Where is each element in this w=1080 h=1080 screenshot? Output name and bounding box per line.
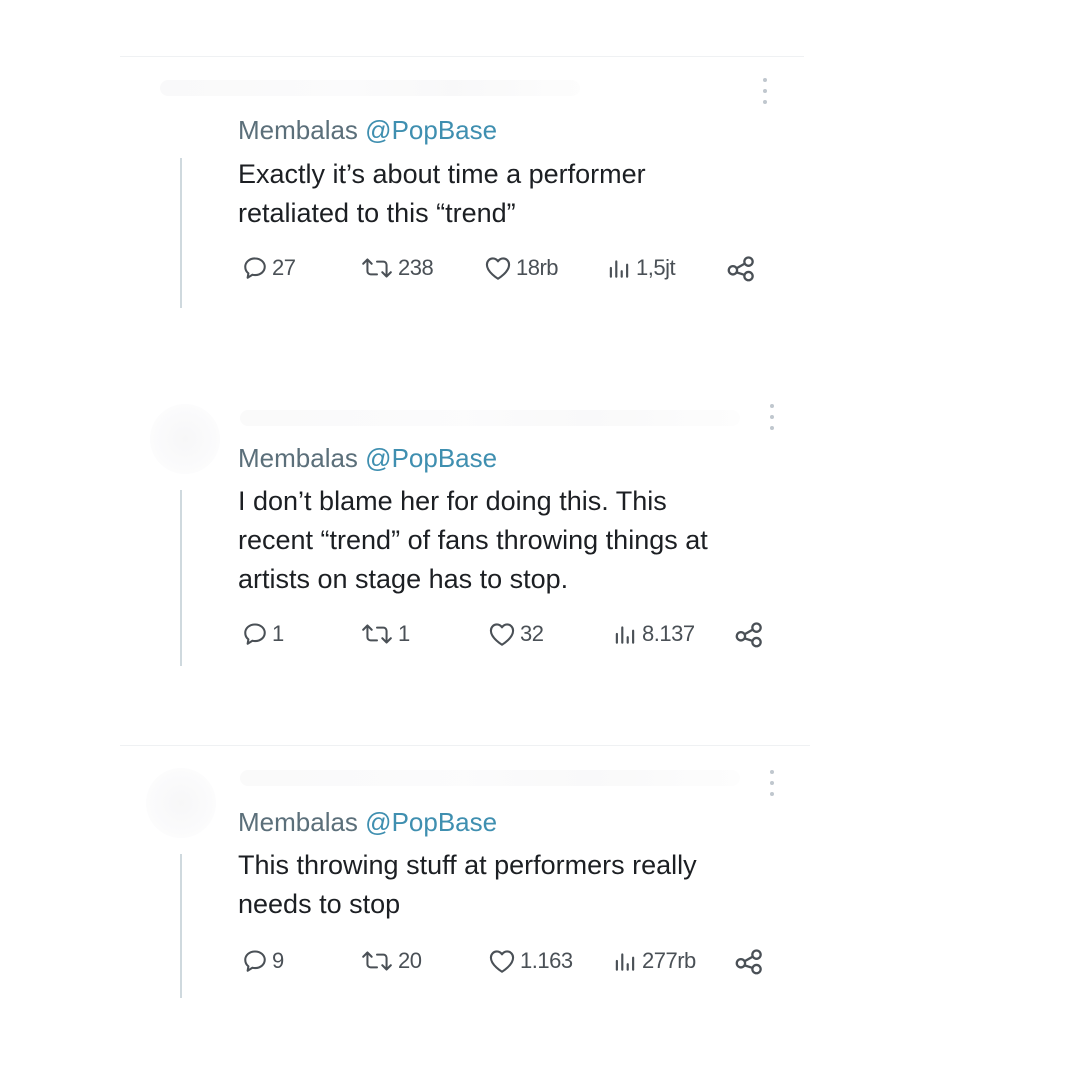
- repost-button[interactable]: 1: [360, 616, 410, 652]
- reply-count: 1: [272, 621, 284, 646]
- more-icon[interactable]: [767, 404, 777, 430]
- tweet-text: Exactly it’s about time a performer reta…: [238, 155, 798, 233]
- views-button[interactable]: 277rb: [612, 943, 696, 979]
- faded-header: [240, 770, 740, 786]
- reply-icon: [244, 257, 266, 279]
- tweet-text: This throwing stuff at performers really…: [238, 846, 798, 924]
- heart-icon: [489, 623, 515, 646]
- reply-count: 27: [272, 255, 296, 280]
- views-count: 1,5jt: [636, 255, 676, 280]
- views-button[interactable]: 8.137: [612, 616, 695, 652]
- reply-icon: [244, 950, 266, 972]
- like-count: 1.163: [520, 948, 573, 973]
- views-count: 277rb: [642, 948, 696, 973]
- repost-icon: [362, 258, 392, 278]
- tweet-text-line: needs to stop: [238, 889, 401, 919]
- views-count: 8.137: [642, 621, 695, 646]
- reply-tweet-1[interactable]: Membalas @PopBase Exactly it’s about tim…: [120, 56, 810, 316]
- reply-tweet-3[interactable]: Membalas @PopBase This throwing stuff at…: [120, 750, 810, 1010]
- replying-to-label: Membalas: [238, 443, 358, 473]
- repost-count: 1: [398, 621, 410, 646]
- faded-header: [240, 410, 740, 426]
- repost-icon: [362, 951, 392, 971]
- thread-line: [180, 854, 182, 998]
- faded-avatar: [146, 768, 216, 838]
- repost-button[interactable]: 20: [360, 943, 422, 979]
- tweet-text-line: recent “trend” of fans throwing things a…: [238, 525, 708, 555]
- thread-line: [180, 490, 182, 666]
- more-icon[interactable]: [767, 770, 777, 796]
- repost-count: 20: [398, 948, 422, 973]
- replying-to-label: Membalas: [238, 807, 358, 837]
- faded-avatar: [150, 404, 220, 474]
- repost-count: 238: [398, 255, 434, 280]
- reply-button[interactable]: 9: [242, 943, 284, 979]
- like-button[interactable]: 32: [488, 616, 544, 652]
- thread-line: [180, 158, 182, 308]
- tweet-text-line: Exactly it’s about time a performer: [238, 159, 646, 189]
- reply-button[interactable]: 27: [242, 250, 296, 286]
- replying-to: Membalas @PopBase: [238, 114, 497, 146]
- like-count: 32: [520, 621, 544, 646]
- like-count: 18rb: [516, 255, 559, 280]
- heart-icon: [485, 257, 511, 280]
- like-button[interactable]: 1.163: [488, 943, 573, 979]
- action-bar: 9 20 1.163 277rb: [242, 943, 802, 979]
- replying-to-handle[interactable]: @PopBase: [365, 115, 497, 145]
- tweet-text-line: artists on stage has to stop.: [238, 564, 569, 594]
- views-icon: [609, 260, 629, 278]
- views-icon: [615, 626, 635, 644]
- tweet-text-line: retaliated to this “trend”: [238, 198, 516, 228]
- share-button[interactable]: [734, 616, 764, 652]
- replying-to-handle[interactable]: @PopBase: [365, 443, 497, 473]
- more-icon[interactable]: [760, 78, 770, 104]
- views-button[interactable]: 1,5jt: [606, 250, 676, 286]
- share-button[interactable]: [734, 943, 764, 979]
- share-icon: [727, 256, 754, 282]
- repost-icon: [362, 624, 392, 644]
- faded-header: [160, 80, 580, 96]
- reply-icon: [244, 623, 266, 645]
- tweet-text-line: This throwing stuff at performers really: [238, 850, 697, 880]
- share-icon: [735, 622, 762, 648]
- middle-divider: [120, 745, 810, 746]
- action-bar: 1 1 32 8.137: [242, 616, 802, 652]
- reply-button[interactable]: 1: [242, 616, 284, 652]
- replying-to: Membalas @PopBase: [238, 442, 497, 474]
- heart-icon: [489, 950, 515, 973]
- tweet-text-line: I don’t blame her for doing this. This: [238, 486, 667, 516]
- share-button[interactable]: [726, 250, 756, 286]
- replying-to: Membalas @PopBase: [238, 806, 497, 838]
- action-bar: 27 238 18rb 1,5jt: [242, 250, 802, 286]
- share-icon: [735, 949, 762, 975]
- repost-button[interactable]: 238: [360, 250, 434, 286]
- like-button[interactable]: 18rb: [484, 250, 559, 286]
- reply-tweet-2[interactable]: Membalas @PopBase I don’t blame her for …: [120, 390, 810, 680]
- replying-to-handle[interactable]: @PopBase: [365, 807, 497, 837]
- tweet-text: I don’t blame her for doing this. This r…: [238, 482, 798, 599]
- replying-to-label: Membalas: [238, 115, 358, 145]
- reply-count: 9: [272, 948, 284, 973]
- views-icon: [615, 953, 635, 971]
